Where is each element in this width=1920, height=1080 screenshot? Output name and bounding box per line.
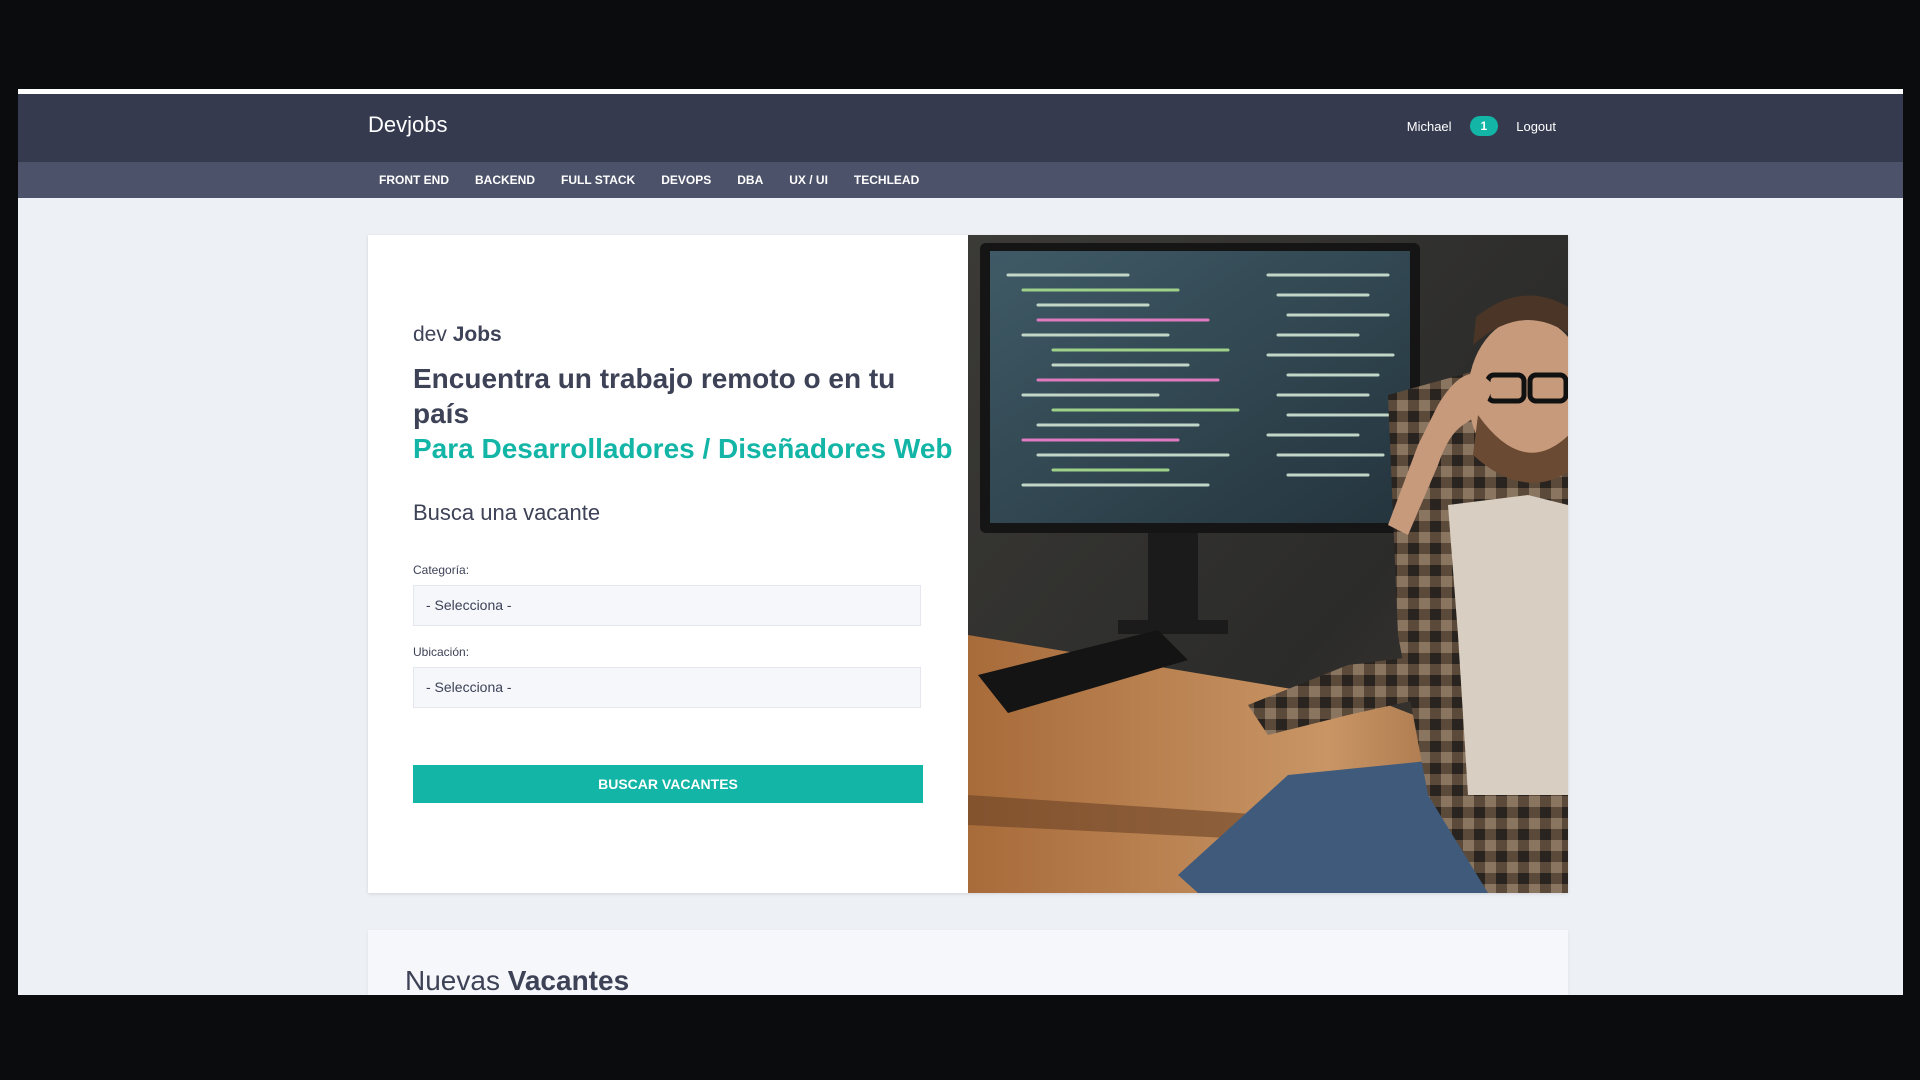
search-title: Busca una vacante xyxy=(413,500,601,525)
notification-badge[interactable]: 1 xyxy=(1469,116,1499,136)
category-item-devops[interactable]: DEVOPS xyxy=(661,173,711,187)
location-field-label: Ubicación: xyxy=(413,645,470,659)
user-menu: Michael 1 Logout xyxy=(1407,116,1556,136)
kicker-prefix: dev xyxy=(413,323,447,346)
category-item-techlead[interactable]: TECHLEAD xyxy=(854,173,919,187)
new-jobs-title: Nuevas Vacantes xyxy=(405,965,629,995)
username-label[interactable]: Michael xyxy=(1407,119,1452,134)
developer-desk-illustration xyxy=(968,235,1568,893)
hero-subheadline: Para Desarrolladores / Diseñadores Web xyxy=(413,433,953,464)
category-nav: FRONT END BACKEND FULL STACK DEVOPS DBA … xyxy=(18,162,1903,198)
category-item-full-stack[interactable]: FULL STACK xyxy=(561,173,635,187)
category-item-ux-ui[interactable]: UX / UI xyxy=(789,173,828,187)
hero-photo xyxy=(968,235,1568,893)
kicker-bold: Jobs xyxy=(452,323,502,346)
monitor-screen xyxy=(990,251,1410,523)
monitor-base xyxy=(1118,620,1228,634)
category-select[interactable]: - Selecciona - xyxy=(413,585,921,626)
category-item-backend[interactable]: BACKEND xyxy=(475,173,535,187)
category-field-label: Categoría: xyxy=(413,563,470,577)
search-panel: dev Jobs Encuentra un trabajo remoto o e… xyxy=(368,235,968,893)
tshirt xyxy=(1448,495,1568,795)
brand-logo[interactable]: Devjobs xyxy=(368,112,447,138)
hero-card: dev Jobs Encuentra un trabajo remoto o e… xyxy=(368,235,1568,893)
category-item-front-end[interactable]: FRONT END xyxy=(379,173,449,187)
hero-kicker: dev Jobs xyxy=(413,323,502,347)
category-item-dba[interactable]: DBA xyxy=(737,173,763,187)
hero-headline: Encuentra un trabajo remoto o en tu país xyxy=(413,363,896,429)
search-jobs-button[interactable]: BUSCAR VACANTES xyxy=(413,765,923,803)
new-jobs-title-prefix: Nuevas xyxy=(405,965,500,995)
new-jobs-panel: Nuevas Vacantes xyxy=(368,930,1568,995)
logout-link[interactable]: Logout xyxy=(1516,119,1556,134)
category-list: FRONT END BACKEND FULL STACK DEVOPS DBA … xyxy=(379,162,919,198)
browser-viewport: Devjobs Michael 1 Logout FRONT END BACKE… xyxy=(18,89,1903,995)
new-jobs-title-bold: Vacantes xyxy=(507,965,630,995)
location-select[interactable]: - Selecciona - xyxy=(413,667,921,708)
top-navbar: Devjobs Michael 1 Logout xyxy=(18,94,1903,162)
monitor-stand xyxy=(1148,533,1198,623)
